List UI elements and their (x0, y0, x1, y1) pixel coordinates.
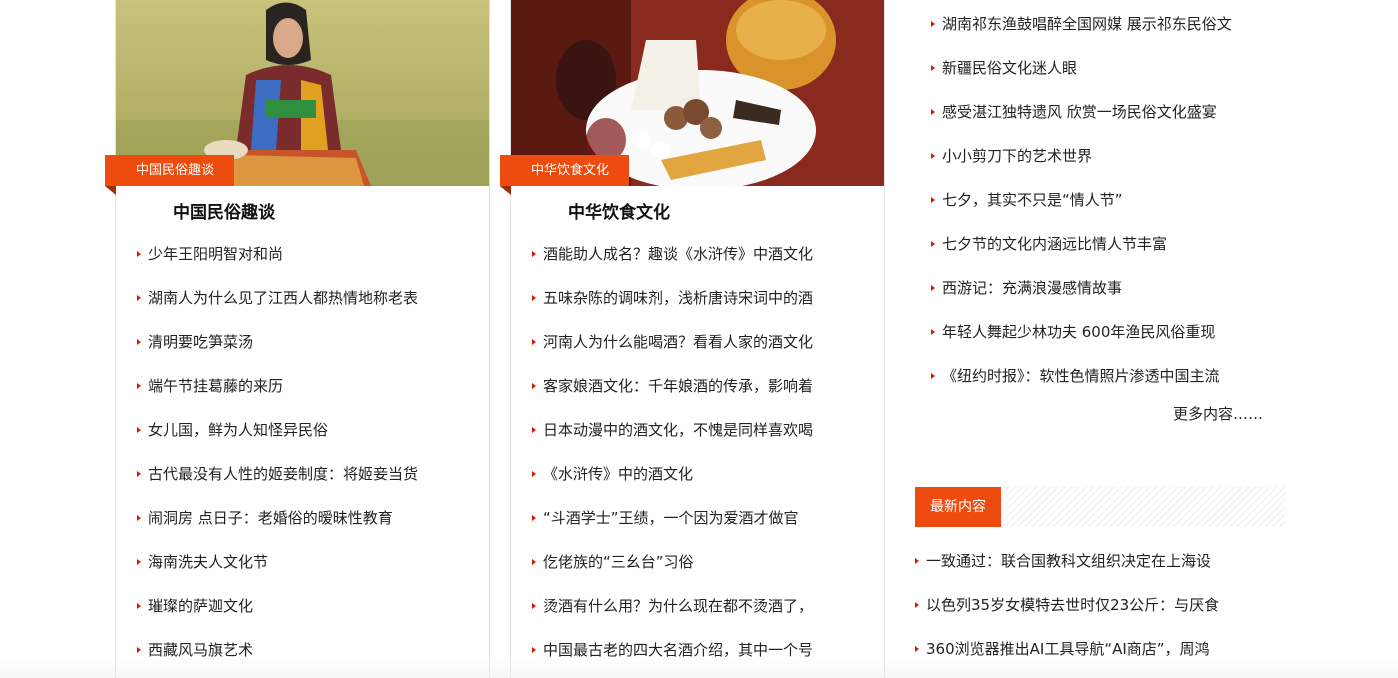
list-item[interactable]: 西游记：充满浪漫感情故事 (930, 268, 1232, 312)
list-item[interactable]: 《水浒传》中的酒文化 (531, 454, 813, 498)
list-item[interactable]: 烫酒有什么用？为什么现在都不烫酒了， (531, 586, 813, 630)
folk-category-tag[interactable]: 中国民俗趣谈 (105, 155, 235, 195)
list-item[interactable]: 酒能助人成名？趣谈《水浒传》中酒文化 (531, 234, 813, 278)
list-item[interactable]: 璀璨的萨迦文化 (136, 586, 418, 630)
food-article-list: 酒能助人成名？趣谈《水浒传》中酒文化 五味杂陈的调味剂，浅析唐诗宋词中的酒 河南… (531, 234, 813, 674)
food-column: 中华饮食文化 中华饮食文化 酒能助人成名？趣谈《水浒传》中酒文化 五味杂陈的调味… (500, 0, 885, 678)
list-item[interactable]: 客家娘酒文化：千年娘酒的传承，影响着 (531, 366, 813, 410)
list-item[interactable]: “斗酒学士”王绩，一个因为爱酒才做官 (531, 498, 813, 542)
list-item[interactable]: 仡佬族的“三幺台”习俗 (531, 542, 813, 586)
list-item[interactable]: 七夕节的文化内涵远比情人节丰富 (930, 224, 1232, 268)
latest-tab[interactable]: 最新内容 (915, 487, 1001, 527)
list-item[interactable]: 闹洞房 点日子：老婚俗的暧昧性教育 (136, 498, 418, 542)
list-item[interactable]: 中国最古老的四大名酒介绍，其中一个号 (531, 630, 813, 674)
list-item[interactable]: 湖南祁东渔鼓唱醉全国网媒 展示祁东民俗文 (930, 4, 1232, 48)
list-item[interactable]: 《纽约时报》：软性色情照片渗透中国主流 (930, 356, 1232, 400)
more-content-link[interactable]: 更多内容…… (1173, 403, 1263, 424)
folk-article-list: 少年王阳明智对和尚 湖南人为什么见了江西人都热情地称老表 清明要吃笋菜汤 端午节… (136, 234, 418, 674)
list-item[interactable]: 七夕，其实不只是“情人节” (930, 180, 1232, 224)
list-item[interactable]: 端午节挂葛藤的来历 (136, 366, 418, 410)
list-item[interactable]: 湖南人为什么见了江西人都热情地称老表 (136, 278, 418, 322)
list-item[interactable]: 古代最没有人性的姬妾制度：将姬妾当货 (136, 454, 418, 498)
list-item[interactable]: 日本动漫中的酒文化，不愧是同样喜欢喝 (531, 410, 813, 454)
list-item[interactable]: 少年王阳明智对和尚 (136, 234, 418, 278)
list-item[interactable]: 小小剪刀下的艺术世界 (930, 136, 1232, 180)
list-item[interactable]: 年轻人舞起少林功夫 600年渔民风俗重现 (930, 312, 1232, 356)
list-item[interactable]: 女儿国，鲜为人知怪异民俗 (136, 410, 418, 454)
food-category-tag[interactable]: 中华饮食文化 (500, 155, 630, 195)
food-section-title[interactable]: 中华饮食文化 (568, 198, 670, 223)
list-item[interactable]: 海南洗夫人文化节 (136, 542, 418, 586)
folk-column: 中国民俗趣谈 中国民俗趣谈 少年王阳明智对和尚 湖南人为什么见了江西人都热情地称… (105, 0, 490, 678)
latest-header: 最新内容 (915, 487, 1285, 527)
list-item[interactable]: 清明要吃笋菜汤 (136, 322, 418, 366)
list-item[interactable]: 360浏览器推出AI工具导航“AI商店”，周鸿 (914, 629, 1219, 673)
folk-section-title[interactable]: 中国民俗趣谈 (173, 198, 275, 223)
list-item[interactable]: 五味杂陈的调味剂，浅析唐诗宋词中的酒 (531, 278, 813, 322)
list-item[interactable]: 一致通过：联合国教科文组织决定在上海设 (914, 541, 1219, 585)
list-item[interactable]: 以色列35岁女模特去世时仅23公斤：与厌食 (914, 585, 1219, 629)
list-item[interactable]: 新疆民俗文化迷人眼 (930, 48, 1232, 92)
list-item[interactable]: 感受湛江独特遗风 欣赏一场民俗文化盛宴 (930, 92, 1232, 136)
latest-article-list: 一致通过：联合国教科文组织决定在上海设 以色列35岁女模特去世时仅23公斤：与厌… (914, 541, 1219, 673)
right-article-list: 湖南祁东渔鼓唱醉全国网媒 展示祁东民俗文 新疆民俗文化迷人眼 感受湛江独特遗风 … (930, 4, 1232, 400)
list-item[interactable]: 河南人为什么能喝酒？看看人家的酒文化 (531, 322, 813, 366)
list-item[interactable]: 西藏风马旗艺术 (136, 630, 418, 674)
